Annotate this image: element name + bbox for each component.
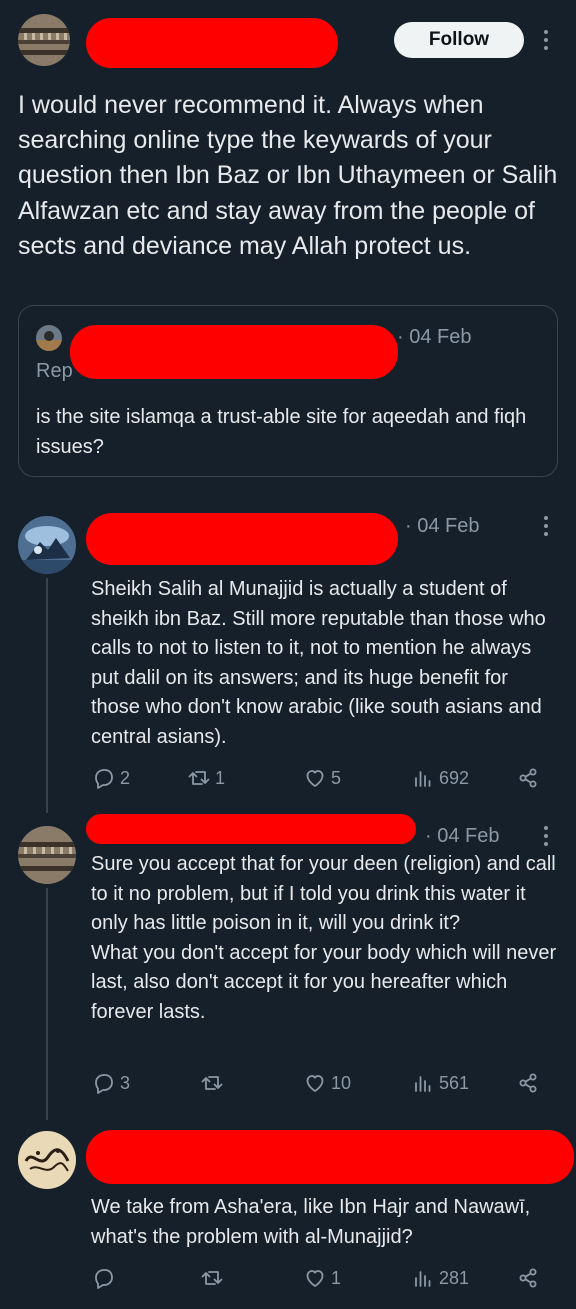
- reply-1-reply-action[interactable]: 2: [92, 766, 130, 790]
- views-icon: [415, 1076, 431, 1092]
- reply-2-reply-action[interactable]: 3: [92, 1071, 130, 1095]
- repost-icon: [201, 1076, 223, 1090]
- heart-icon: [306, 1270, 324, 1287]
- quoted-reply-prefix: Rep: [36, 360, 73, 382]
- reply-1-repost-action[interactable]: 1: [187, 766, 225, 790]
- follow-button-label: Follow: [428, 29, 490, 50]
- reply-2-like-action[interactable]: 10: [303, 1071, 351, 1095]
- reply-3-like-count: 1: [331, 1267, 342, 1288]
- quoted-date: · 04 Feb: [397, 326, 472, 348]
- reply-3-author-name-redaction: [86, 1130, 574, 1184]
- follow-button[interactable]: Follow: [394, 22, 524, 58]
- reply-3-text: We take from Asha'era, like Ibn Hajr and…: [91, 1196, 531, 1248]
- reply-2-views-count: 561: [439, 1072, 470, 1093]
- reply-1-more-icon[interactable]: [538, 512, 554, 545]
- reply-1-like-count: 5: [331, 767, 342, 788]
- reply-icon: [95, 769, 113, 789]
- reply-3-repost-action[interactable]: [200, 1266, 228, 1290]
- heart-icon: [306, 770, 324, 787]
- share-icon: [519, 1268, 537, 1288]
- reply-1-repost-count: 1: [215, 767, 226, 788]
- reply-1-thread-line: [46, 578, 48, 813]
- reply-2-like-count: 10: [331, 1072, 352, 1093]
- reply-2-views-action[interactable]: 561: [411, 1071, 469, 1095]
- share-icon: [519, 1073, 537, 1093]
- reply-icon: [95, 1074, 113, 1094]
- views-icon: [415, 771, 431, 787]
- reply-1-share-action[interactable]: [516, 766, 544, 790]
- reply-icon: [95, 1269, 113, 1289]
- views-icon: [415, 1271, 431, 1287]
- reply-3-views-count: 281: [439, 1267, 470, 1288]
- main-post-text: I would never recommend it. Always when …: [18, 91, 558, 260]
- reply-1-views-action[interactable]: 692: [411, 766, 469, 790]
- main-author-name-redaction: [86, 18, 338, 68]
- reply-2-thread-line: [46, 888, 48, 1120]
- reply-1-views-count: 692: [439, 767, 470, 788]
- repost-icon: [188, 771, 210, 785]
- main-author-avatar[interactable]: [18, 14, 70, 66]
- reply-2-repost-action[interactable]: [200, 1071, 228, 1095]
- reply-2-date: · 04 Feb: [425, 825, 500, 847]
- heart-icon: [306, 1075, 324, 1092]
- reply-2-share-action[interactable]: [516, 1071, 544, 1095]
- reply-1-avatar[interactable]: [18, 516, 76, 574]
- share-icon: [519, 768, 537, 788]
- reply-3-views-action[interactable]: 281: [411, 1266, 469, 1290]
- quoted-author-name-redaction: [70, 325, 398, 379]
- reply-1-like-action[interactable]: 5: [303, 766, 341, 790]
- quoted-author-avatar: [36, 325, 62, 351]
- reply-2-text: Sure you accept that for your deen (reli…: [91, 853, 557, 1023]
- reply-2-avatar[interactable]: [18, 826, 76, 884]
- reply-1-text: Sheikh Salih al Munajjid is actually a s…: [91, 578, 546, 748]
- main-more-icon[interactable]: [538, 26, 554, 54]
- reply-2-author-name-redaction: [86, 814, 416, 844]
- reply-3-avatar[interactable]: [18, 1131, 76, 1189]
- reply-1-author-name-redaction: [86, 513, 398, 565]
- reply-3-like-action[interactable]: 1: [303, 1266, 341, 1290]
- reply-3-share-action[interactable]: [516, 1266, 544, 1290]
- reply-1-reply-count: 2: [120, 767, 131, 788]
- reply-2-reply-count: 3: [120, 1072, 131, 1093]
- reply-3-reply-action[interactable]: [92, 1266, 120, 1290]
- quoted-text: is the site islamqa a trust-able site fo…: [36, 406, 527, 458]
- repost-icon: [201, 1271, 223, 1285]
- reply-1-date: · 04 Feb: [405, 515, 480, 537]
